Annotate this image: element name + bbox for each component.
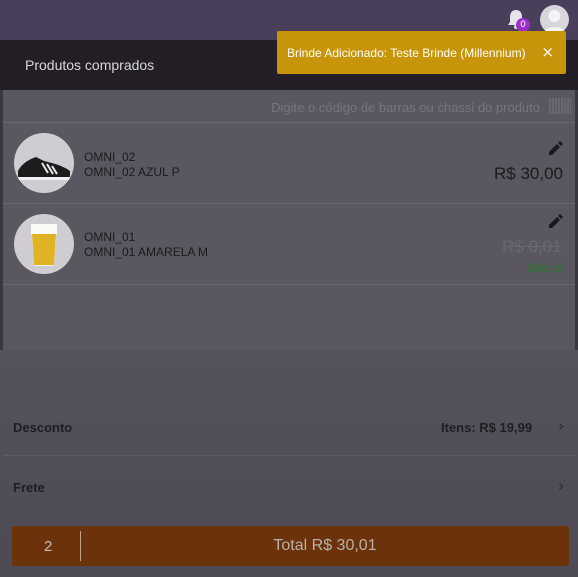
products-panel [3,90,575,350]
discount-value: Itens: R$ 19,99 [441,420,533,435]
divider [3,122,575,123]
product-image-sneaker [14,133,74,193]
shipping-label: Frete [13,480,45,495]
product-price: R$ 30,00 [494,164,563,183]
divider [3,455,575,456]
product-code: OMNI_02 [84,150,136,164]
gift-label: Brinde [529,261,564,275]
sneaker-icon [18,157,70,180]
edit-icon[interactable] [546,139,564,157]
gift-added-toast: Brinde Adicionado: Teste Brinde (Millenn… [277,31,566,74]
shipping-row[interactable] [3,460,575,515]
divider [3,284,575,285]
discount-label: Desconto [13,420,73,435]
product-code: OMNI_01 [84,230,136,244]
total-button[interactable]: 2 Total R$ 30,01 [12,526,569,566]
close-icon[interactable]: × [541,43,554,61]
product-image-beer-glass [14,214,74,274]
item-quantity: 2 [44,538,53,555]
chevron-right-icon: › [558,476,565,495]
product-name: OMNI_02 AZUL P [84,165,180,179]
total-label: Total R$ 30,01 [273,537,377,554]
chevron-right-icon: › [558,416,565,435]
page-title: Produtos comprados [25,57,155,73]
edit-icon[interactable] [546,212,564,230]
barcode-search-input[interactable] [250,97,540,117]
notification-count-badge: 0 [516,18,530,32]
barcode-icon[interactable] [549,98,571,114]
product-name: OMNI_01 AMARELA M [84,245,209,259]
product-price-struck: R$ 0,01 [502,237,562,256]
divider [3,203,575,204]
toast-message: Brinde Adicionado: Teste Brinde (Millenn… [287,46,526,60]
user-avatar-icon[interactable] [540,5,569,34]
beer-glass-icon [31,224,57,266]
